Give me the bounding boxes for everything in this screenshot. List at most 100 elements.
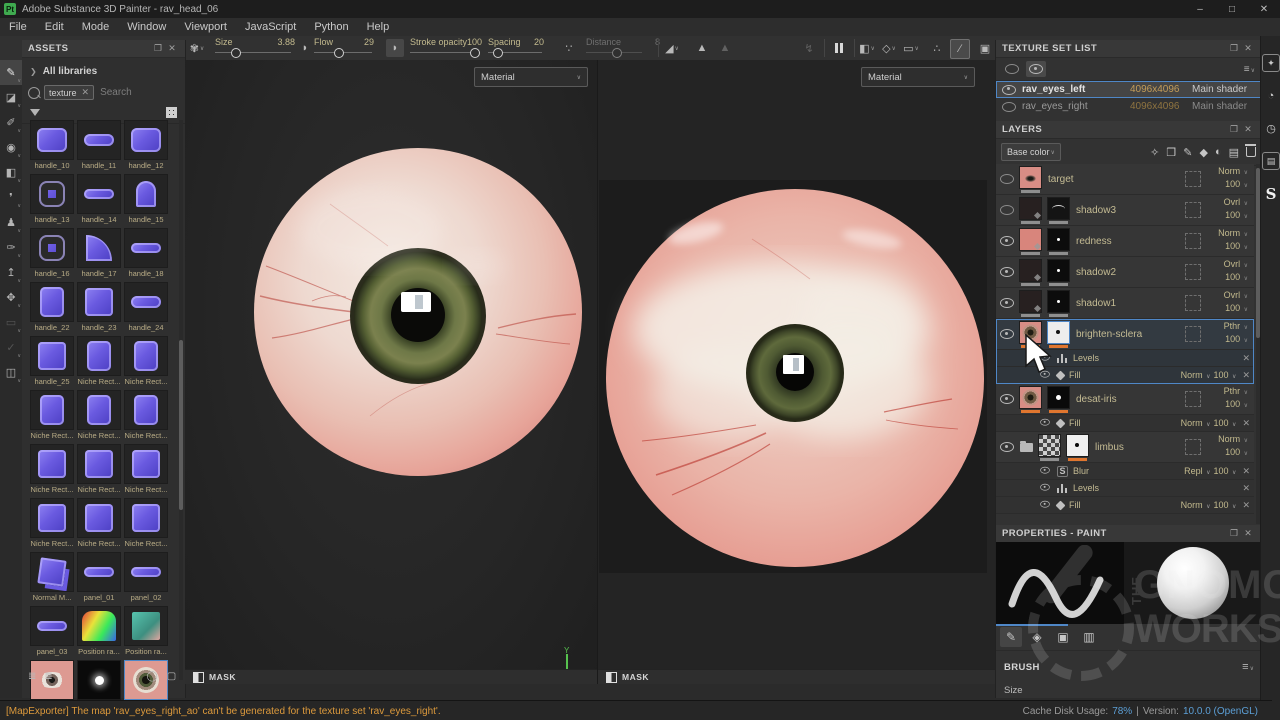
float-panel-icon[interactable]: ❐ — [151, 43, 165, 54]
falloff-icon[interactable]: ◢∨ — [663, 39, 681, 57]
layer-main[interactable]: rednessNorm ∨100 ∨ — [996, 226, 1254, 256]
tool-viewer-settings[interactable]: ▭∨ — [0, 310, 22, 335]
snapshot-camera-icon[interactable]: ▣ — [976, 39, 994, 57]
delete-layer-icon[interactable] — [1246, 147, 1256, 157]
remove-effect-icon[interactable]: ✕ — [1242, 466, 1250, 477]
layer-content-thumbnail[interactable] — [1019, 197, 1042, 220]
close-panel-icon[interactable]: ✕ — [1241, 124, 1255, 135]
camera-view-icon[interactable]: ▭∨ — [902, 39, 920, 57]
display-settings-icon[interactable]: ✦ — [1262, 54, 1280, 72]
layer-mask-thumbnail[interactable] — [1047, 290, 1070, 313]
asset-tile[interactable]: handle_23 — [77, 282, 121, 332]
tab-brush[interactable]: ✎ — [1000, 627, 1022, 647]
distance-slider[interactable] — [586, 52, 642, 53]
layer-row[interactable]: shadow3Ovrl ∨100 ∨ — [996, 195, 1254, 226]
layer-main[interactable]: desat-irisPthr ∨100 ∨ — [996, 384, 1254, 414]
effect-visibility-icon[interactable] — [1040, 467, 1050, 474]
viewport-3d[interactable]: Material∨ — [185, 60, 597, 684]
tool-paint[interactable]: ✎∨ — [0, 60, 22, 85]
layer-blend-opacity[interactable]: Pthr ∨100 ∨ — [1206, 321, 1250, 347]
layer-row[interactable]: shadow1Ovrl ∨100 ∨ — [996, 288, 1254, 319]
asset-tile[interactable]: Niche Rect... — [124, 336, 168, 386]
tool-physical-paint[interactable]: ◉∨ — [0, 135, 22, 160]
layer-mask-thumbnail[interactable] — [1047, 259, 1070, 282]
tool-eraser[interactable]: ◪∨ — [0, 85, 22, 110]
layer-main[interactable]: shadow2Ovrl ∨100 ∨ — [996, 257, 1254, 287]
asset-tile[interactable]: Niche Rect... — [124, 390, 168, 440]
asset-tile[interactable]: Niche Rect... — [30, 390, 74, 440]
asset-tile[interactable]: handle_11 — [77, 120, 121, 170]
layer-row[interactable]: limbusNorm ∨100 ∨SBlurRepl ∨100 ∨✕Levels… — [996, 432, 1254, 514]
asset-tile[interactable]: Niche Rect... — [77, 336, 121, 386]
add-smart-material-icon[interactable]: ❒ — [1166, 146, 1176, 159]
layer-effect-row[interactable]: Levels✕ — [996, 479, 1254, 496]
asset-tile[interactable]: panel_03 — [30, 606, 74, 656]
add-paint-layer-icon[interactable]: ✎ — [1183, 146, 1192, 159]
menu-viewport[interactable]: Viewport — [175, 18, 236, 36]
remove-effect-icon[interactable]: ✕ — [1242, 353, 1250, 364]
shader-settings-icon[interactable]: ◔ — [1263, 88, 1279, 104]
tool-projection[interactable]: ✐∨ — [0, 110, 22, 135]
assets-scrollbar[interactable] — [179, 120, 183, 680]
close-panel-icon[interactable]: ✕ — [1241, 43, 1255, 54]
layer-blend-opacity[interactable]: Norm ∨100 ∨ — [1206, 166, 1250, 192]
add-smart-mask-icon[interactable]: ◐ — [1215, 146, 1222, 158]
asset-tile[interactable]: panel_01 — [77, 552, 121, 602]
asset-tile[interactable]: Niche Rect... — [124, 498, 168, 548]
viewport2d-shading-dropdown[interactable]: Material∨ — [861, 67, 975, 87]
alignment-locked-icon[interactable]: ▲ — [716, 39, 734, 57]
menu-edit[interactable]: Edit — [36, 18, 73, 36]
perspective-icon[interactable]: ◇∨ — [880, 39, 898, 57]
layer-visibility-icon[interactable] — [1000, 267, 1014, 277]
tool-smudge[interactable]: ❜∨ — [0, 185, 22, 210]
tab-stencil[interactable]: ▣ — [1052, 627, 1074, 647]
particles-icon[interactable]: ∴ — [928, 39, 946, 57]
remove-effect-icon[interactable]: ✕ — [1242, 483, 1250, 494]
asset-tile[interactable]: Normal M... — [30, 552, 74, 602]
tool-quick-mask[interactable]: ✥∨ — [0, 285, 22, 310]
layer-mask-thumbnail[interactable] — [1047, 197, 1070, 220]
channel-filter-dropdown[interactable]: Base color∨ — [1001, 143, 1061, 161]
add-effect-icon[interactable]: ✧ — [1150, 146, 1159, 159]
tool-polygon-fill[interactable]: ◧∨ — [0, 160, 22, 185]
stroke-dots-icon[interactable]: ∵ — [560, 39, 578, 57]
layer-blend-opacity[interactable]: Ovrl ∨100 ∨ — [1206, 259, 1250, 285]
asset-tile[interactable]: Position ra... — [77, 606, 121, 656]
substance-logo-icon[interactable]: S — [1263, 186, 1279, 202]
tab-alpha[interactable]: ◈ — [1026, 627, 1048, 647]
layer-blend-opacity[interactable]: Norm ∨100 ∨ — [1206, 228, 1250, 254]
layer-effect-row[interactable]: FillNorm ∨100 ∨✕ — [996, 414, 1254, 431]
remove-effect-icon[interactable]: ✕ — [1242, 370, 1250, 381]
tool-clone-stamp[interactable]: ♟∨ — [0, 210, 22, 235]
menu-window[interactable]: Window — [118, 18, 175, 36]
layer-content-thumbnail[interactable] — [1019, 290, 1042, 313]
asset-tile[interactable]: handle_17 — [77, 228, 121, 278]
menu-help[interactable]: Help — [358, 18, 399, 36]
add-folder-icon[interactable]: ▤ — [1229, 146, 1239, 159]
visibility-eye-icon[interactable] — [1002, 85, 1016, 95]
float-panel-icon[interactable]: ❐ — [1227, 43, 1241, 54]
viewport-2d[interactable]: Material∨ — [597, 60, 996, 684]
asset-tile[interactable]: Niche Rect... — [30, 444, 74, 494]
history-icon[interactable]: ◷ — [1263, 120, 1279, 136]
asset-tile[interactable]: handle_24 — [124, 282, 168, 332]
straight-line-icon[interactable]: ∕ — [950, 39, 970, 59]
search-tag[interactable]: texture ✕ — [44, 85, 94, 100]
texture-set-row[interactable]: rav_eyes_right4096x4096Main shader — [996, 98, 1261, 115]
alignment-icon[interactable]: ▲ — [693, 39, 711, 57]
grid-view-icon[interactable] — [166, 107, 177, 118]
effect-visibility-icon[interactable] — [1040, 484, 1050, 491]
list-view-large-icon[interactable]: ≣ — [44, 671, 52, 682]
asset-tile[interactable]: handle_12 — [124, 120, 168, 170]
menu-file[interactable]: File — [0, 18, 36, 36]
tool-validate[interactable]: ✓∨ — [0, 335, 22, 360]
layer-effect-row[interactable]: FillNorm ∨100 ∨✕ — [996, 496, 1254, 513]
asset-tile[interactable]: Niche Rect... — [30, 498, 74, 548]
layer-mask-thumbnail[interactable] — [1047, 228, 1070, 251]
brush-options-icon[interactable]: ≡∨ — [1242, 661, 1254, 673]
menu-python[interactable]: Python — [305, 18, 357, 36]
hide-all-texture-sets-icon[interactable] — [1002, 61, 1022, 77]
show-all-texture-sets-icon[interactable] — [1026, 61, 1046, 77]
effect-visibility-icon[interactable] — [1040, 419, 1050, 426]
menu-javascript[interactable]: JavaScript — [236, 18, 305, 36]
